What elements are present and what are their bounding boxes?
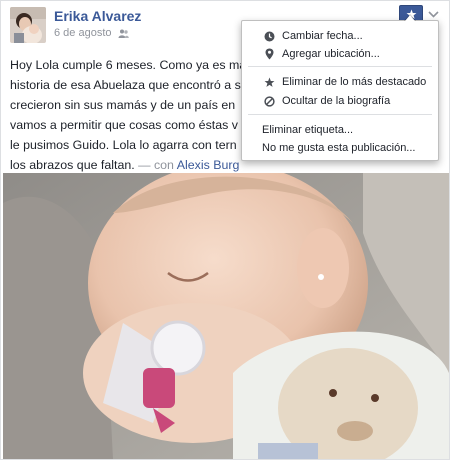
menu-item-label: Eliminar etiqueta... bbox=[262, 124, 354, 136]
menu-item-label: No me gusta esta publicación... bbox=[262, 142, 416, 154]
avatar[interactable] bbox=[10, 7, 46, 43]
post-options-menu: Cambiar fecha... Agregar ubicación... El… bbox=[241, 14, 439, 161]
post-options-button[interactable] bbox=[426, 7, 440, 21]
menu-separator bbox=[248, 66, 432, 67]
menu-separator bbox=[248, 114, 432, 115]
tag-prefix: — con bbox=[138, 158, 174, 172]
menu-item-label: Cambiar fecha... bbox=[282, 30, 363, 42]
menu-item-dislike-post[interactable]: No me gusta esta publicación... bbox=[242, 138, 438, 158]
menu-item-label: Ocultar de la biografía bbox=[282, 95, 391, 107]
menu-item-add-location[interactable]: Agregar ubicación... bbox=[242, 44, 438, 64]
location-pin-icon bbox=[262, 47, 276, 61]
clock-icon bbox=[262, 29, 276, 43]
tagged-person-link[interactable]: Alexis Burg bbox=[177, 158, 240, 172]
post-text-line: los abrazos que faltan. bbox=[10, 158, 135, 172]
menu-item-remove-tag[interactable]: Eliminar etiqueta... bbox=[242, 120, 438, 140]
friends-icon[interactable] bbox=[118, 29, 129, 38]
menu-item-remove-highlight[interactable]: Eliminar de lo más destacado bbox=[242, 72, 438, 92]
post-date-link[interactable]: 6 de agosto bbox=[54, 27, 112, 39]
post-meta: 6 de agosto bbox=[54, 27, 129, 39]
author-name-link[interactable]: Erika Alvarez bbox=[54, 8, 141, 24]
menu-item-label: Eliminar de lo más destacado bbox=[282, 76, 427, 88]
menu-item-hide-from-timeline[interactable]: Ocultar de la biografía bbox=[242, 91, 438, 111]
star-icon bbox=[262, 75, 276, 89]
post-photo[interactable] bbox=[3, 173, 449, 459]
menu-item-label: Agregar ubicación... bbox=[282, 48, 380, 60]
hide-icon bbox=[262, 94, 276, 108]
menu-item-change-date[interactable]: Cambiar fecha... bbox=[242, 26, 438, 46]
